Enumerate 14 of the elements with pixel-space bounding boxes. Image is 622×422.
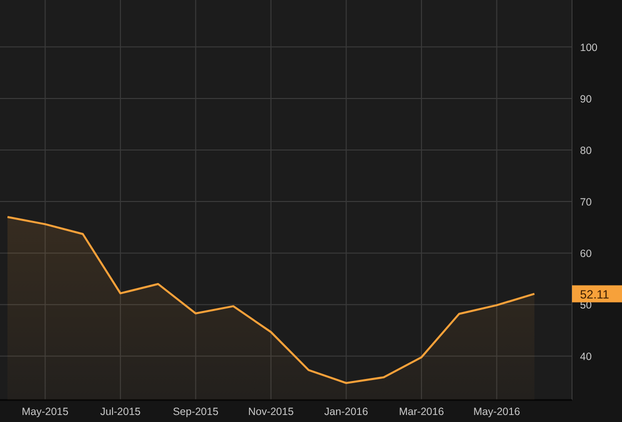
- axis-label: Mar-2016: [399, 406, 444, 418]
- axis-label: 70: [580, 196, 592, 209]
- axis-label: 100: [580, 42, 598, 54]
- axis-label: May-2016: [473, 406, 520, 418]
- axis-label: 90: [580, 93, 592, 106]
- axis-label: 40: [580, 351, 592, 364]
- axis-label: Jul-2015: [100, 406, 141, 418]
- axis-label: Jan-2016: [324, 406, 368, 418]
- axis-label: May-2015: [22, 406, 68, 418]
- value-label: 52.11: [572, 285, 622, 302]
- axis-label: Nov-2015: [248, 406, 294, 418]
- axis-label: 60: [580, 248, 592, 260]
- axis-label: 80: [580, 145, 592, 157]
- axis-label: Sep-2015: [172, 406, 218, 418]
